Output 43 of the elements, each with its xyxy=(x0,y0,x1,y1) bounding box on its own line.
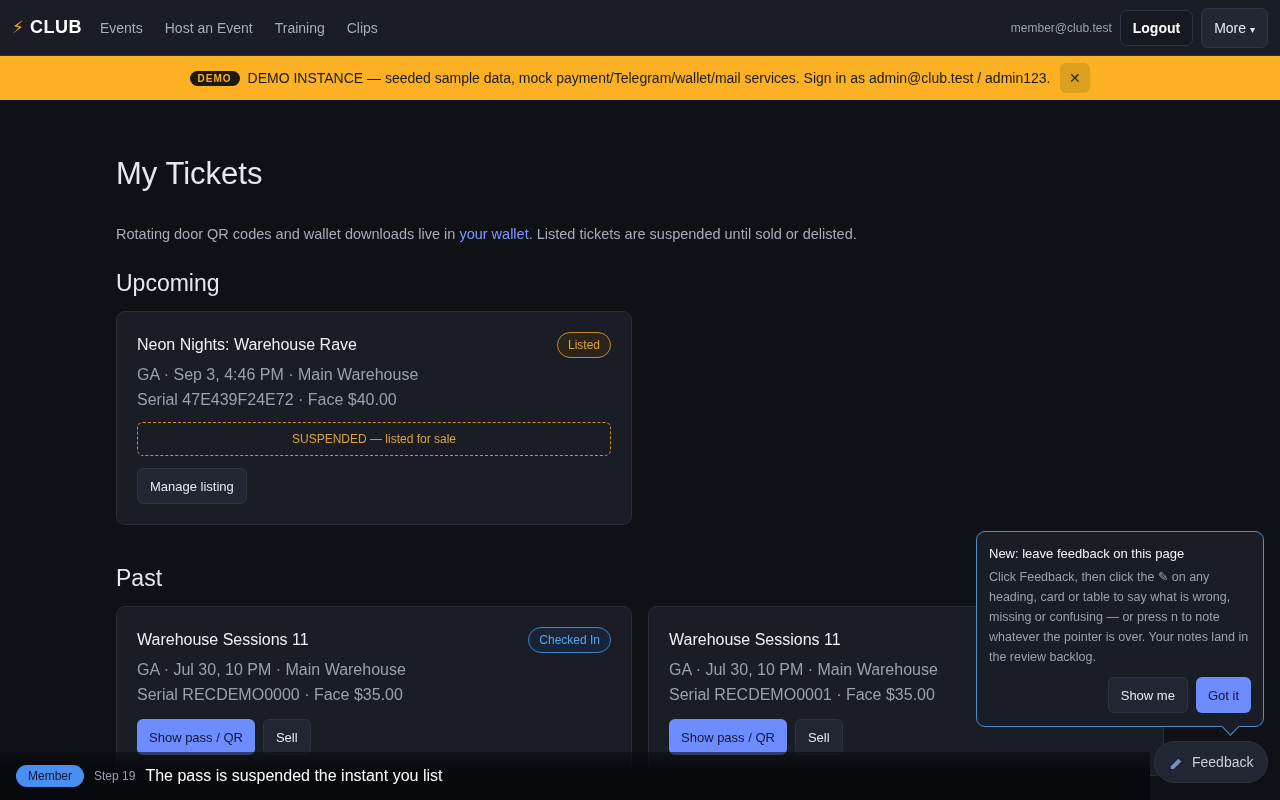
ticket-button[interactable]: Manage listing xyxy=(137,468,247,504)
nav-link[interactable]: Host an Event xyxy=(164,19,253,36)
user-email: member@club.test xyxy=(1010,20,1112,35)
event-name: Warehouse Sessions 11 xyxy=(669,631,841,649)
feedback-button[interactable]: Feedback xyxy=(1154,741,1269,783)
suspended-notice: SUSPENDED — listed for sale xyxy=(137,422,611,456)
popover-button[interactable]: Show me xyxy=(1107,677,1188,713)
status-badge: Listed xyxy=(556,332,611,358)
caret-icon: ▾ xyxy=(1249,23,1255,35)
demo-badge: DEMO xyxy=(189,70,240,86)
section-heading: Past xyxy=(116,565,163,592)
status-badge: Checked In xyxy=(528,627,611,653)
ticket-details: GA · Jul 30, 10 PM · Main Warehouse xyxy=(669,660,938,680)
ticket-button[interactable]: Sell xyxy=(262,719,311,755)
wallet-link[interactable]: your wallet xyxy=(459,226,529,242)
popover-text: Click Feedback, then click the ✎ on any heading, card or table to say what is wrong, missing or confusing — or press n to note whatever the pointer is over. Your notes land in the review backlog. xyxy=(989,569,1250,666)
ticket-button[interactable]: Show pass / QR xyxy=(669,719,787,755)
nav-link[interactable]: Events xyxy=(99,19,143,36)
logout-button[interactable]: Logout xyxy=(1119,9,1194,46)
role-badge: Member xyxy=(16,765,84,787)
nav-link[interactable]: Clips xyxy=(346,19,378,36)
step-label: Step 19 xyxy=(94,769,136,783)
lightning-icon: ⚡ xyxy=(12,17,24,38)
ticket-button[interactable]: Sell xyxy=(794,719,843,755)
nav-link[interactable]: Training xyxy=(274,19,325,36)
ticket-button[interactable]: Show pass / QR xyxy=(137,719,255,755)
banner-text: DEMO INSTANCE — seeded sample data, mock payment/Telegram/wallet/mail services. Sign in as admin@club.test / admin123. xyxy=(247,70,1051,86)
close-button[interactable]: ✕ xyxy=(1060,63,1091,93)
ticket-serial: Serial 47E439F24E72 · Face $40.00 xyxy=(137,390,397,410)
page-title: My Tickets xyxy=(116,156,264,192)
ticket-details: GA · Sep 3, 4:46 PM · Main Warehouse xyxy=(137,365,419,385)
event-name: Warehouse Sessions 11 xyxy=(137,631,309,649)
popover-title: New: leave feedback on this page xyxy=(989,546,1186,561)
popover-button[interactable]: Got it xyxy=(1195,677,1251,713)
intro-text: Rotating door QR codes and wallet downloads live in your wallet. Listed tickets are suspended until sold or delisted. xyxy=(116,226,857,242)
ticket-details: GA · Jul 30, 10 PM · Main Warehouse xyxy=(137,660,406,680)
ticket-serial: Serial RECDEMO0000 · Face $35.00 xyxy=(137,685,403,705)
event-name: Neon Nights: Warehouse Rave xyxy=(137,336,357,354)
caption-text: The pass is suspended the instant you list xyxy=(145,767,443,785)
section-heading: Upcoming xyxy=(116,270,220,297)
ticket-serial: Serial RECDEMO0001 · Face $35.00 xyxy=(669,685,935,705)
more-menu-button[interactable]: More ▾ xyxy=(1201,7,1268,48)
logo[interactable]: CLUB xyxy=(29,17,82,38)
